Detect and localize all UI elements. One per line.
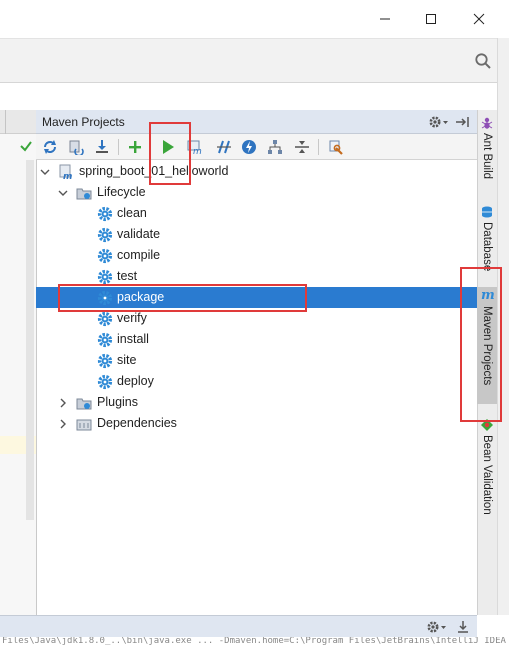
hide-panel-icon[interactable] — [454, 114, 472, 130]
check-icon — [20, 141, 32, 152]
window-titlebar — [0, 0, 509, 38]
goal-compile[interactable]: compile — [36, 245, 477, 266]
run-panel-header — [0, 615, 477, 637]
download-sources-icon[interactable] — [92, 137, 112, 157]
goal-label: clean — [117, 206, 147, 220]
maven-project-icon: m — [58, 164, 74, 180]
tab-bean-validation[interactable]: Bean Validation — [477, 418, 497, 518]
tree-lifecycle-node[interactable]: Lifecycle — [36, 182, 477, 203]
maven-settings-icon[interactable] — [326, 137, 346, 157]
tab-database-label: Database — [481, 222, 493, 272]
maven-panel-title: Maven Projects — [42, 115, 125, 129]
tab-maven-projects-label: Maven Projects — [481, 306, 493, 386]
close-window-button[interactable] — [456, 0, 502, 38]
svg-text:m: m — [193, 147, 202, 155]
expand-arrow-icon[interactable] — [40, 167, 50, 177]
run-maven-build-icon[interactable] — [158, 137, 178, 157]
maximize-button[interactable] — [408, 0, 454, 38]
lifecycle-folder-icon — [76, 185, 92, 201]
window-scrollbar[interactable] — [497, 38, 509, 615]
toggle-offline-icon[interactable] — [214, 137, 234, 157]
goal-site[interactable]: site — [36, 350, 477, 371]
editor-tab-strip — [0, 110, 36, 134]
svg-text:m: m — [481, 288, 494, 303]
minimize-icon — [380, 18, 390, 20]
goal-clean[interactable]: clean — [36, 203, 477, 224]
plugins-label: Plugins — [97, 395, 138, 409]
search-icon[interactable] — [474, 52, 492, 70]
tab-database[interactable]: Database — [477, 205, 497, 273]
add-maven-project-icon[interactable] — [125, 137, 145, 157]
goal-label: validate — [117, 227, 161, 241]
minimize-button[interactable] — [362, 0, 408, 38]
tab-ant-build[interactable]: Ant Build — [477, 116, 497, 192]
ant-icon — [481, 117, 493, 129]
execute-goal-icon[interactable]: m — [186, 137, 206, 157]
goal-label: install — [117, 332, 149, 346]
goal-verify[interactable]: verify — [36, 308, 477, 329]
goal-gear-icon — [97, 353, 113, 369]
main-toolbar — [0, 38, 497, 83]
console-output: Files\Java\jdk1.8.0_..\bin\java.exe ... … — [2, 637, 509, 645]
collapsed-arrow-icon[interactable] — [58, 419, 68, 429]
dependencies-folder-icon — [76, 416, 92, 432]
dependencies-label: Dependencies — [97, 416, 177, 430]
plugins-folder-icon — [76, 395, 92, 411]
goal-validate[interactable]: validate — [36, 224, 477, 245]
goal-gear-icon — [97, 269, 113, 285]
goal-gear-icon — [97, 374, 113, 390]
goal-gear-icon — [97, 248, 113, 264]
tree-plugins-node[interactable]: Plugins — [36, 392, 477, 413]
hide-panel-icon[interactable] — [455, 619, 471, 635]
goal-label: verify — [117, 311, 147, 325]
maximize-icon — [426, 14, 436, 24]
database-icon — [482, 206, 492, 218]
goal-gear-icon — [97, 206, 113, 222]
reimport-icon[interactable] — [40, 137, 60, 157]
goal-test[interactable]: test — [36, 266, 477, 287]
maven-icon: m — [481, 288, 494, 303]
expand-arrow-icon[interactable] — [58, 188, 68, 198]
tab-ant-build-label: Ant Build — [481, 133, 493, 180]
goal-label: site — [117, 353, 137, 367]
lifecycle-label: Lifecycle — [97, 185, 146, 199]
goal-gear-icon — [97, 290, 113, 306]
goal-label: package — [117, 290, 165, 304]
tree-project-node[interactable]: m spring_boot_01_helloworld — [36, 161, 477, 182]
run-console: Files\Java\jdk1.8.0_..\bin\java.exe ... … — [0, 637, 509, 645]
goal-package[interactable]: package — [36, 287, 477, 308]
goal-gear-icon — [97, 227, 113, 243]
tab-maven-projects[interactable]: m Maven Projects — [477, 287, 497, 404]
goal-label: deploy — [117, 374, 154, 388]
skip-tests-icon[interactable] — [239, 137, 259, 157]
collapse-all-icon[interactable] — [292, 137, 312, 157]
svg-text:m: m — [63, 172, 72, 180]
goal-gear-icon — [97, 332, 113, 348]
tab-bean-validation-label: Bean Validation — [481, 435, 493, 515]
gear-icon[interactable] — [428, 114, 450, 130]
goal-install[interactable]: install — [36, 329, 477, 350]
show-dependencies-icon[interactable] — [265, 137, 285, 157]
tree-dependencies-node[interactable]: Dependencies — [36, 413, 477, 434]
maven-panel-header: Maven Projects — [36, 110, 477, 134]
editor-scrollbar[interactable] — [26, 160, 34, 520]
goal-label: compile — [117, 248, 161, 262]
goal-deploy[interactable]: deploy — [36, 371, 477, 392]
goal-label: test — [117, 269, 138, 283]
gear-icon[interactable] — [426, 619, 448, 635]
close-icon — [473, 13, 485, 25]
maven-toolbar: m — [36, 134, 477, 160]
collapsed-arrow-icon[interactable] — [58, 398, 68, 408]
generate-sources-icon[interactable] — [66, 137, 86, 157]
goal-gear-icon — [97, 311, 113, 327]
project-name: spring_boot_01_helloworld — [79, 164, 229, 178]
bean-validation-icon — [481, 419, 493, 431]
